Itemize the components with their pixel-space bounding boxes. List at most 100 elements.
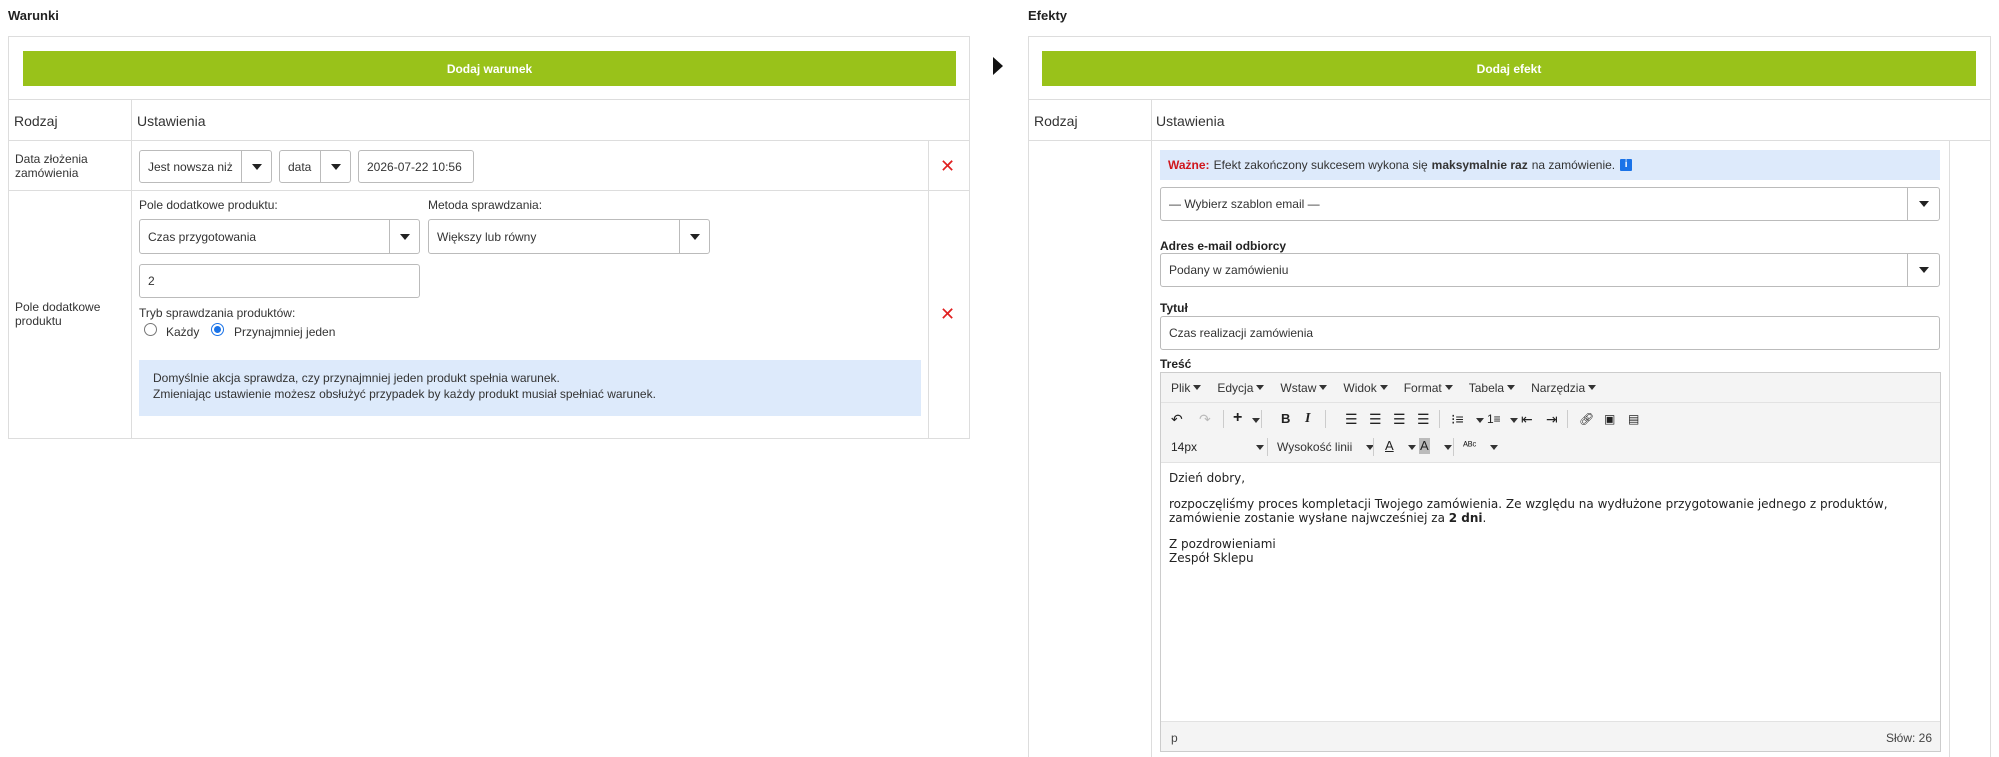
column-divider bbox=[928, 141, 929, 439]
chevron-down-icon[interactable] bbox=[1490, 445, 1498, 450]
method-select[interactable]: Większy lub równy bbox=[428, 219, 710, 254]
menu-view[interactable]: Widok bbox=[1343, 381, 1388, 395]
column-header-settings: Ustawienia bbox=[137, 113, 206, 129]
divider bbox=[1028, 99, 1991, 100]
subject-input[interactable]: Czas realizacji zamówienia bbox=[1160, 316, 1940, 350]
numbered-list-icon[interactable]: 1≡ bbox=[1487, 411, 1501, 427]
align-right-icon[interactable]: ☰ bbox=[1393, 411, 1406, 427]
chevron-down-icon[interactable] bbox=[1510, 418, 1518, 423]
outdent-icon[interactable]: ⇤ bbox=[1521, 411, 1533, 427]
line-height-select[interactable]: Wysokość linii bbox=[1277, 439, 1352, 455]
text-color-icon[interactable]: A bbox=[1385, 438, 1394, 454]
product-field-label: Pole dodatkowe produktu: bbox=[139, 198, 278, 212]
chevron-down-icon[interactable] bbox=[241, 151, 271, 182]
editor-statusbar: p Słów: 26 bbox=[1161, 721, 1940, 751]
link-icon[interactable]: 🔗︎ bbox=[1579, 411, 1594, 427]
rich-text-editor[interactable]: Plik Edycja Wstaw Widok Format Tabela Na… bbox=[1160, 372, 1941, 752]
image-icon[interactable]: ▣ bbox=[1604, 411, 1615, 427]
editor-menubar: Plik Edycja Wstaw Widok Format Tabela Na… bbox=[1161, 373, 1940, 403]
important-notice: Ważne: Efekt zakończony sukcesem wykona … bbox=[1160, 150, 1940, 180]
editor-toolbar: ↶ ↷ + B I ☰ ☰ ☰ ☰ ⁝≡ 1≡ ⇤ ⇥ 🔗︎ ▣ ▤ 14px … bbox=[1161, 403, 1940, 463]
add-effect-button[interactable]: Dodaj efekt bbox=[1042, 51, 1976, 86]
content-greeting: Dzień dobry, bbox=[1169, 471, 1246, 485]
notice-bold: maksymalnie raz bbox=[1431, 158, 1528, 172]
redo-icon[interactable]: ↷ bbox=[1199, 411, 1211, 427]
menu-insert[interactable]: Wstaw bbox=[1280, 381, 1328, 395]
column-divider bbox=[131, 100, 132, 439]
condition-type-label: Data złożenia zamówienia bbox=[15, 152, 88, 180]
chevron-down-icon[interactable] bbox=[1408, 445, 1416, 450]
chevron-down-icon[interactable] bbox=[1907, 254, 1939, 286]
divider bbox=[1028, 140, 1991, 141]
radio-every-label: Każdy bbox=[166, 325, 200, 339]
menu-edit[interactable]: Edycja bbox=[1217, 381, 1265, 395]
radio-any-label: Przynajmniej jeden bbox=[234, 325, 336, 339]
unit-value: data bbox=[288, 159, 312, 174]
operator-select[interactable]: Jest nowsza niż bbox=[139, 150, 272, 183]
info-line: Domyślnie akcja sprawdza, czy przynajmni… bbox=[153, 371, 560, 385]
column-header-settings: Ustawienia bbox=[1156, 113, 1225, 129]
word-count: Słów: 26 bbox=[1885, 731, 1932, 745]
menu-format[interactable]: Format bbox=[1404, 381, 1453, 395]
radio-every[interactable] bbox=[144, 323, 157, 336]
info-box: Domyślnie akcja sprawdza, czy przynajmni… bbox=[139, 360, 921, 416]
email-template-select[interactable]: — Wybierz szablon email — bbox=[1160, 187, 1940, 221]
info-icon[interactable]: i bbox=[1620, 159, 1633, 171]
method-label: Metoda sprawdzania: bbox=[428, 198, 543, 212]
product-field-value: Czas przygotowania bbox=[148, 229, 257, 244]
value-input[interactable]: 2 bbox=[139, 264, 420, 298]
chevron-down-icon[interactable] bbox=[320, 151, 350, 182]
radio-any[interactable] bbox=[211, 323, 224, 336]
align-justify-icon[interactable]: ☰ bbox=[1417, 411, 1430, 427]
recipient-select[interactable]: Podany w zamówieniu bbox=[1160, 253, 1940, 287]
menu-tools[interactable]: Narzędzia bbox=[1531, 381, 1597, 395]
remove-condition-icon[interactable]: ✕ bbox=[940, 157, 955, 175]
chevron-down-icon[interactable] bbox=[1907, 188, 1939, 220]
menu-table[interactable]: Tabela bbox=[1469, 381, 1516, 395]
chevron-down-icon[interactable] bbox=[1444, 445, 1452, 450]
menu-file[interactable]: Plik bbox=[1171, 381, 1202, 395]
operator-value: Jest nowsza niż bbox=[148, 159, 233, 174]
condition-type-label: Pole dodatkowe produktu bbox=[15, 300, 101, 328]
unit-select[interactable]: data bbox=[279, 150, 351, 183]
arrow-right-icon bbox=[993, 57, 1003, 75]
product-field-select[interactable]: Czas przygotowania bbox=[139, 219, 420, 254]
conditions-title: Warunki bbox=[8, 8, 59, 23]
divider bbox=[8, 190, 970, 191]
remove-condition-icon[interactable]: ✕ bbox=[940, 305, 955, 323]
notice-text: na zamówienie. bbox=[1531, 158, 1616, 172]
indent-icon[interactable]: ⇥ bbox=[1546, 411, 1558, 427]
add-condition-button[interactable]: Dodaj warunek bbox=[23, 51, 956, 86]
background-color-icon[interactable]: A bbox=[1419, 438, 1430, 454]
notice-text: Efekt zakończony sukcesem wykona się bbox=[1213, 158, 1428, 172]
method-value: Większy lub równy bbox=[437, 229, 537, 244]
media-icon[interactable]: ▤ bbox=[1628, 411, 1639, 427]
mode-label: Tryb sprawdzania produktów: bbox=[139, 306, 296, 320]
chevron-down-icon[interactable] bbox=[389, 220, 419, 253]
subject-label: Tytuł bbox=[1160, 301, 1188, 315]
info-line: Zmieniając ustawienie możesz obsłużyć pr… bbox=[153, 387, 656, 401]
undo-icon[interactable]: ↶ bbox=[1171, 411, 1183, 427]
editor-content[interactable]: Dzień dobry, rozpoczęliśmy proces komple… bbox=[1169, 471, 1932, 577]
column-divider bbox=[1151, 100, 1152, 757]
chevron-down-icon[interactable] bbox=[1476, 418, 1484, 423]
align-left-icon[interactable]: ☰ bbox=[1345, 411, 1358, 427]
align-center-icon[interactable]: ☰ bbox=[1369, 411, 1382, 427]
column-divider bbox=[1949, 141, 1950, 757]
spellcheck-icon[interactable]: ᴬᴮᶜ bbox=[1463, 438, 1476, 454]
divider bbox=[8, 99, 970, 100]
recipient-label: Adres e-mail odbiorcy bbox=[1160, 239, 1287, 253]
bullet-list-icon[interactable]: ⁝≡ bbox=[1451, 411, 1464, 427]
content-paragraph: rozpoczęliśmy proces kompletacji Twojego… bbox=[1169, 497, 1888, 525]
recipient-value: Podany w zamówieniu bbox=[1169, 263, 1289, 277]
effects-title: Efekty bbox=[1028, 8, 1068, 23]
font-size-select[interactable]: 14px bbox=[1171, 439, 1197, 455]
italic-icon[interactable]: I bbox=[1305, 411, 1310, 427]
bold-icon[interactable]: B bbox=[1281, 411, 1290, 427]
chevron-down-icon[interactable] bbox=[1256, 445, 1264, 450]
insert-plus-icon[interactable]: + bbox=[1233, 410, 1242, 426]
element-path[interactable]: p bbox=[1171, 731, 1178, 745]
chevron-down-icon[interactable] bbox=[1252, 418, 1260, 423]
date-input[interactable]: 2026-07-22 10:56 bbox=[358, 150, 474, 183]
chevron-down-icon[interactable] bbox=[679, 220, 709, 253]
